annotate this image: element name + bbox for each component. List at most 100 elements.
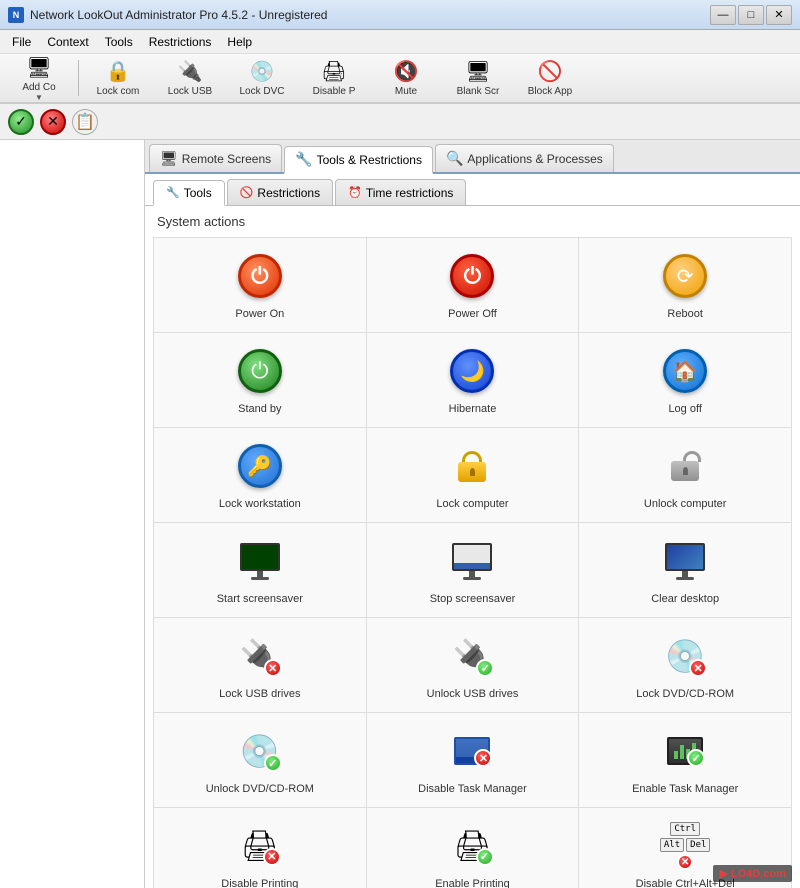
usb-toolbar-icon: 🔌: [178, 59, 203, 84]
standby-icon: ⏻: [238, 349, 282, 393]
tab-remote-screens-label: Remote Screens: [182, 152, 271, 166]
reboot-label: Reboot: [667, 308, 702, 320]
maximize-button[interactable]: □: [738, 5, 764, 25]
restrictions-sub-icon: 🚫: [240, 186, 254, 199]
document-button[interactable]: 📋: [72, 109, 98, 135]
action-disable-printing[interactable]: 🖨 ✕ Disable Printing: [154, 808, 367, 888]
toolbar-lock-computer[interactable]: 🔒 Lock com: [83, 56, 153, 100]
toolbar-lockcom-label: Lock com: [97, 86, 140, 97]
sub-tab-restrictions[interactable]: 🚫 Restrictions: [227, 179, 333, 205]
disable-taskmanager-label: Disable Task Manager: [418, 783, 527, 795]
mute-toolbar-icon: 🔇: [394, 59, 419, 84]
toolbar-lockusb-label: Lock USB: [168, 86, 212, 97]
sidebar: [0, 140, 145, 888]
toolbar-add-label: Add Co: [22, 82, 55, 93]
action-power-off[interactable]: ⏻ Power Off: [367, 238, 580, 333]
window-controls[interactable]: — □ ✕: [710, 5, 792, 25]
power-off-icon: ⏻: [450, 254, 494, 298]
power-off-label: Power Off: [448, 308, 497, 320]
main-tab-bar: 🖥 Remote Screens 🔧 Tools & Restrictions …: [145, 140, 800, 174]
action-unlock-dvd[interactable]: 💿 ✓ Unlock DVD/CD-ROM: [154, 713, 367, 808]
watermark-text: ▶ LO4D.com: [719, 868, 786, 880]
toolbar-lock-dvd[interactable]: 💿 Lock DVC: [227, 56, 297, 100]
action-disable-taskmanager[interactable]: ✕ Disable Task Manager: [367, 713, 580, 808]
action-unlock-usb[interactable]: 🔌 ✓ Unlock USB drives: [367, 618, 580, 713]
action-clear-desktop[interactable]: Clear desktop: [579, 523, 792, 618]
sub-tab-restrictions-label: Restrictions: [257, 186, 320, 200]
tab-tools-restrictions[interactable]: 🔧 Tools & Restrictions: [284, 146, 433, 174]
connect-button[interactable]: ✓: [8, 109, 34, 135]
action-standby[interactable]: ⏻ Stand by: [154, 333, 367, 428]
content-area: System actions ⏻ Power On ⏻ Power Off: [145, 206, 800, 888]
tools-restrictions-icon: 🔧: [295, 151, 312, 168]
blank-screen-toolbar-icon: 🖥: [465, 59, 490, 84]
monitor-green-icon: [240, 543, 280, 580]
action-power-on[interactable]: ⏻ Power On: [154, 238, 367, 333]
title-bar: N Network LookOut Administrator Pro 4.5.…: [0, 0, 800, 30]
dvd-red-icon: 💿 ✕: [665, 637, 705, 675]
action-lock-usb[interactable]: 🔌 ✕ Lock USB drives: [154, 618, 367, 713]
disconnect-button[interactable]: ✕: [40, 109, 66, 135]
lock-ws-icon: 🔑: [238, 444, 282, 488]
close-button[interactable]: ✕: [766, 5, 792, 25]
lock-computer-label: Lock computer: [436, 498, 508, 510]
menu-file[interactable]: File: [4, 33, 39, 51]
toolbar-separator-1: [78, 60, 79, 96]
action-grid: ⏻ Power On ⏻ Power Off ⟳ Reboot: [153, 237, 792, 888]
lock-usb-label: Lock USB drives: [219, 688, 300, 700]
sub-tab-bar: 🔧 Tools 🚫 Restrictions ⏰ Time restrictio…: [145, 174, 800, 206]
action-lock-computer[interactable]: Lock computer: [367, 428, 580, 523]
printer-red-icon: 🖨 ✕: [241, 829, 279, 864]
monitor-blue-icon: [665, 543, 705, 580]
toolbar-block-apps[interactable]: 🚫 Block App: [515, 56, 585, 100]
toolbar-mute[interactable]: 🔇 Mute: [371, 56, 441, 100]
menu-tools[interactable]: Tools: [97, 33, 141, 51]
power-on-icon: ⏻: [238, 254, 282, 298]
action-logoff[interactable]: 🏠 Log off: [579, 333, 792, 428]
sub-tab-tools[interactable]: 🔧 Tools: [153, 180, 225, 206]
watermark: ▶ LO4D.com: [713, 865, 792, 882]
tab-apps-label: Applications & Processes: [467, 152, 602, 166]
lock-toolbar-icon: 🔒: [106, 59, 131, 84]
toolbar-lock-usb[interactable]: 🔌 Lock USB: [155, 56, 225, 100]
minimize-button[interactable]: —: [710, 5, 736, 25]
menu-help[interactable]: Help: [219, 33, 260, 51]
lock-dvd-label: Lock DVD/CD-ROM: [636, 688, 734, 700]
lock-ws-label: Lock workstation: [219, 498, 301, 510]
action-enable-taskmanager[interactable]: ✓ Enable Task Manager: [579, 713, 792, 808]
dropdown-arrow-icon: ▼: [35, 93, 43, 102]
toolbar-add-computer[interactable]: 🖥 Add Co ▼: [4, 56, 74, 100]
main-area: 🖥 Remote Screens 🔧 Tools & Restrictions …: [0, 140, 800, 888]
action-hibernate[interactable]: 🌙 Hibernate: [367, 333, 580, 428]
action-enable-printing[interactable]: 🖨 ✓ Enable Printing: [367, 808, 580, 888]
disable-printing-label: Disable Printing: [221, 878, 298, 888]
monitor-taskbar-icon: [452, 543, 492, 580]
menu-restrictions[interactable]: Restrictions: [141, 33, 220, 51]
sub-tab-tools-label: Tools: [184, 186, 212, 200]
taskmanager-red-icon: ✕: [454, 737, 490, 765]
toolbar-disablep-label: Disable P: [313, 86, 356, 97]
power-on-label: Power On: [235, 308, 284, 320]
logoff-icon: 🏠: [663, 349, 707, 393]
action-unlock-computer[interactable]: Unlock computer: [579, 428, 792, 523]
usb-red-icon: 🔌 ✕: [240, 637, 280, 675]
action-lock-dvd[interactable]: 💿 ✕ Lock DVD/CD-ROM: [579, 618, 792, 713]
toolbar-disable-printing[interactable]: 🖨 Disable P: [299, 56, 369, 100]
action-lock-workstation[interactable]: 🔑 Lock workstation: [154, 428, 367, 523]
action-start-screensaver[interactable]: Start screensaver: [154, 523, 367, 618]
sub-tab-time-restrictions[interactable]: ⏰ Time restrictions: [335, 179, 466, 205]
dvd-green-icon: 💿 ✓: [240, 732, 280, 770]
action-reboot[interactable]: ⟳ Reboot: [579, 238, 792, 333]
lock-open-icon: [667, 451, 703, 481]
tab-remote-screens[interactable]: 🖥 Remote Screens: [149, 144, 282, 172]
unlock-usb-label: Unlock USB drives: [427, 688, 519, 700]
usb-green-icon: 🔌 ✓: [453, 637, 493, 675]
action-stop-screensaver[interactable]: Stop screensaver: [367, 523, 580, 618]
toolbar-blank-screen[interactable]: 🖥 Blank Scr: [443, 56, 513, 100]
tools-sub-icon: 🔧: [166, 186, 180, 199]
title-bar-left: N Network LookOut Administrator Pro 4.5.…: [8, 7, 327, 23]
menu-context[interactable]: Context: [39, 33, 96, 51]
unlock-dvd-label: Unlock DVD/CD-ROM: [206, 783, 314, 795]
tab-applications-processes[interactable]: 🔍 Applications & Processes: [435, 144, 614, 172]
standby-label: Stand by: [238, 403, 281, 415]
